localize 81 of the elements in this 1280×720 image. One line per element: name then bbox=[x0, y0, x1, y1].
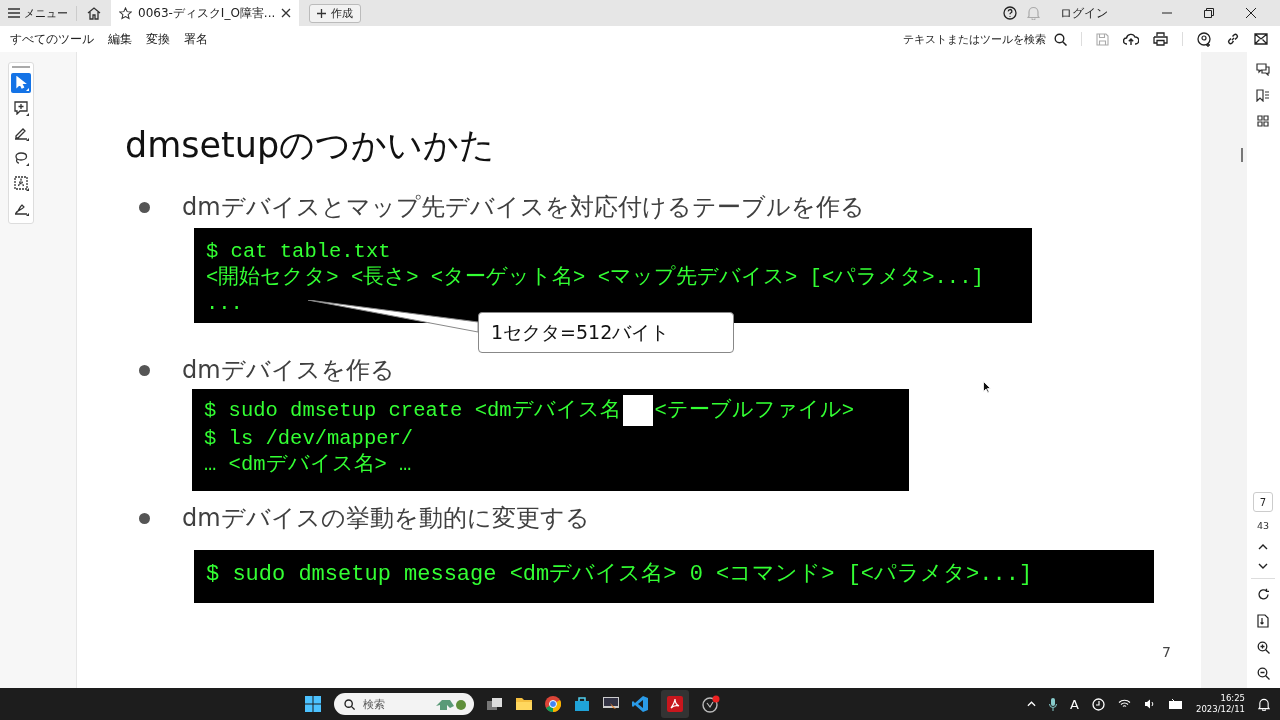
pdf-reader-icon[interactable] bbox=[660, 690, 689, 718]
start-icon[interactable] bbox=[304, 696, 321, 712]
link-icon[interactable] bbox=[1226, 32, 1240, 46]
restore-icon[interactable] bbox=[1204, 8, 1214, 18]
bookmark-icon[interactable] bbox=[1256, 89, 1270, 102]
zoom-out-icon[interactable] bbox=[1256, 667, 1270, 680]
code-line: <テーブルファイル> bbox=[654, 397, 855, 424]
login-button[interactable]: ログイン bbox=[1060, 4, 1108, 22]
share-person-icon[interactable] bbox=[1197, 31, 1212, 47]
mail-icon[interactable] bbox=[1254, 33, 1268, 45]
comments-icon[interactable] bbox=[1256, 63, 1270, 76]
create-button[interactable]: 作成 bbox=[309, 3, 362, 23]
code-line: ... bbox=[206, 291, 243, 317]
page-number-field[interactable]: 7 bbox=[1253, 492, 1273, 512]
task-view-icon[interactable] bbox=[486, 697, 503, 711]
print-icon[interactable] bbox=[1153, 32, 1168, 46]
code-line: … <dmデバイス名> … bbox=[204, 452, 412, 478]
taskbar-date: 2023/12/11 bbox=[1196, 704, 1245, 715]
folder-icon[interactable] bbox=[515, 697, 532, 711]
toolbar-menu-item[interactable]: 変換 bbox=[146, 30, 170, 48]
menu-icon bbox=[8, 8, 20, 18]
code-line: <開始セクタ> <長さ> <ターゲット名> <マップ先デバイス> [<パラメタ>...] bbox=[206, 265, 984, 291]
grid-icon[interactable] bbox=[1257, 115, 1269, 127]
chevron-up-icon[interactable] bbox=[1258, 544, 1268, 550]
code-editor-icon[interactable] bbox=[631, 696, 648, 712]
select-tool-button[interactable] bbox=[11, 73, 31, 93]
bullet-icon bbox=[139, 201, 150, 213]
slide-title: dmsetupのつかいかた bbox=[125, 124, 497, 167]
comment-tool-button[interactable] bbox=[11, 98, 31, 118]
code-line: $ ls /dev/mapper/ bbox=[204, 426, 414, 452]
store-icon[interactable] bbox=[573, 696, 590, 712]
toolbar-menu-item[interactable]: 編集 bbox=[108, 30, 132, 48]
taskbar-search-field[interactable]: 検索 bbox=[333, 693, 474, 715]
scrollbar-thumb[interactable] bbox=[1241, 148, 1243, 162]
toolbar-menu-item[interactable]: すべてのツール bbox=[10, 30, 94, 48]
zoom-in-icon[interactable] bbox=[1256, 641, 1270, 654]
chevron-down-icon[interactable] bbox=[1258, 563, 1268, 569]
code-line: $ sudo dmsetup message <dmデバイス名> 0 <コマンド> [<パラメタ>...] bbox=[206, 562, 1033, 588]
plus-icon bbox=[317, 8, 327, 18]
browser-icon[interactable] bbox=[544, 696, 561, 712]
home-icon[interactable] bbox=[87, 6, 101, 20]
help-icon[interactable] bbox=[1003, 6, 1017, 20]
document-tab[interactable]: 0063-ディスクI_O障害... bbox=[111, 0, 300, 26]
bullet-text: dmデバイスとマップ先デバイスを対応付けるテーブルを作る bbox=[182, 192, 865, 223]
app-notification-icon[interactable] bbox=[701, 695, 720, 713]
callout-text: 1セクタ=512バイト bbox=[478, 312, 734, 353]
microphone-icon[interactable] bbox=[1049, 697, 1058, 711]
star-icon[interactable] bbox=[119, 6, 132, 20]
page-count: 43 bbox=[1256, 520, 1270, 531]
notification-bell-icon[interactable] bbox=[1258, 697, 1270, 711]
bullet-text: dmデバイスを作る bbox=[182, 355, 395, 386]
code-line: $ cat table.txt bbox=[206, 239, 391, 265]
bullet-text: dmデバイスの挙動を動的に変更する bbox=[182, 503, 590, 534]
slide-page-number: 7 bbox=[1162, 644, 1171, 660]
refresh-icon[interactable] bbox=[1256, 588, 1270, 601]
bullet-icon bbox=[139, 364, 150, 376]
speaker-icon[interactable] bbox=[1144, 699, 1156, 709]
text-tool-button[interactable] bbox=[11, 173, 31, 193]
remote-desktop-icon[interactable] bbox=[602, 697, 619, 711]
battery-icon[interactable] bbox=[1169, 699, 1183, 709]
wifi-icon[interactable] bbox=[1118, 699, 1131, 709]
bullet-icon bbox=[139, 512, 150, 524]
cloud-upload-icon[interactable] bbox=[1123, 32, 1139, 46]
clock-icon[interactable] bbox=[1092, 697, 1105, 711]
search-icon[interactable] bbox=[1054, 32, 1067, 46]
redaction-block bbox=[622, 395, 653, 426]
mouse-cursor-icon bbox=[983, 381, 991, 393]
code-line: $ sudo dmsetup create <dmデバイス名 bbox=[204, 397, 621, 424]
search-icon bbox=[343, 698, 355, 710]
ime-indicator[interactable]: A bbox=[1070, 696, 1079, 712]
comment-icon bbox=[14, 101, 28, 115]
close-icon[interactable] bbox=[281, 8, 292, 18]
text-box-icon bbox=[14, 176, 28, 190]
pen-icon bbox=[14, 126, 28, 140]
search-label[interactable]: テキストまたはツールを検索 bbox=[903, 31, 1046, 47]
close-icon[interactable] bbox=[1246, 8, 1256, 18]
toolbar-menu-item[interactable]: 署名 bbox=[184, 30, 208, 48]
lasso-icon bbox=[14, 151, 28, 165]
pointer-icon bbox=[14, 76, 28, 90]
taskbar-time: 16:25 bbox=[1220, 693, 1245, 704]
menu-button[interactable]: メニュー bbox=[8, 5, 77, 21]
